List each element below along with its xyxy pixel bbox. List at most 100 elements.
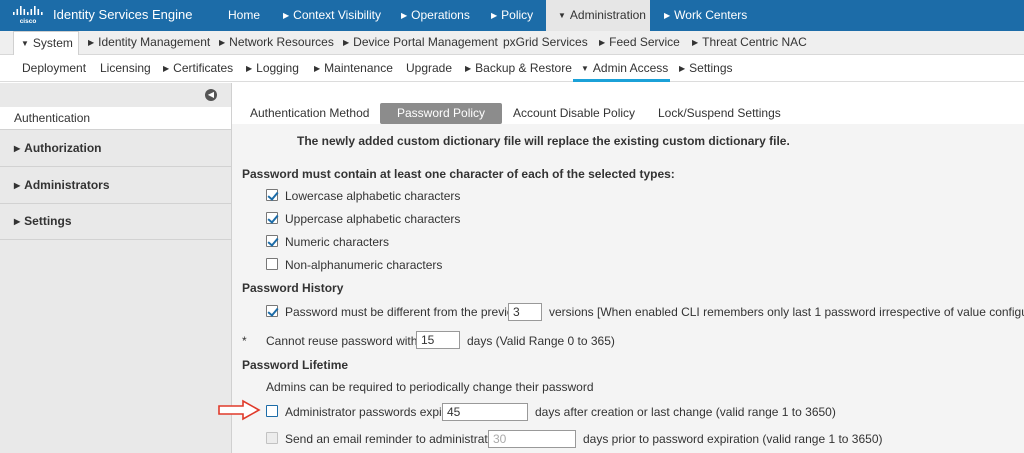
caret-right-icon: ▶ (491, 11, 498, 20)
tab-upgrade[interactable]: Upgrade (406, 55, 452, 82)
history-checkbox[interactable] (266, 305, 278, 317)
dictionary-notice: The newly added custom dictionary file w… (297, 134, 790, 148)
sidebar-item-label: Authorization (24, 141, 102, 155)
nav-operations[interactable]: ▶ Operations (401, 0, 470, 31)
reminder-days-input[interactable] (488, 430, 576, 448)
numeric-checkbox[interactable] (266, 235, 278, 247)
history-versions-input[interactable] (508, 303, 542, 321)
caret-down-icon: ▼ (581, 64, 589, 73)
subnav-label: Feed Service (609, 35, 680, 49)
tab-label: Logging (256, 61, 299, 75)
history-suffix: versions [When enabled CLI remembers onl… (549, 305, 1024, 319)
nav-label: Context Visibility (293, 8, 381, 22)
tab-label: Admin Access (592, 61, 669, 75)
subnav-system[interactable]: ▼ System (13, 31, 79, 56)
required-asterisk: * (242, 334, 247, 348)
tab-label: Account Disable Policy (513, 106, 636, 120)
non-alphanumeric-checkbox[interactable] (266, 258, 278, 270)
char-types-heading: Password must contain at least one chara… (242, 167, 675, 181)
nav-home[interactable]: Home (228, 0, 260, 31)
reminder-checkbox[interactable] (266, 432, 278, 444)
nav-administration[interactable]: ▼ Administration (546, 0, 650, 31)
expire-checkbox[interactable] (266, 405, 278, 417)
caret-down-icon: ▼ (558, 11, 566, 20)
reuse-label: Cannot reuse password within (266, 334, 427, 348)
subnav-label: System (32, 36, 73, 50)
caret-right-icon: ▶ (465, 64, 472, 73)
tab-label: Upgrade (406, 61, 453, 75)
sidebar-item-label: Authentication (14, 111, 91, 125)
tab-label: Maintenance (324, 61, 393, 75)
sidebar-item-authentication[interactable]: Authentication (0, 107, 231, 130)
tab-lock-suspend-settings[interactable]: Lock/Suspend Settings (658, 103, 781, 124)
tab-maintenance[interactable]: ▶ Maintenance (314, 55, 393, 82)
tab-label: Backup & Restore (475, 61, 572, 75)
lowercase-checkbox[interactable] (266, 189, 278, 201)
nav-context-visibility[interactable]: ▶ Context Visibility (283, 0, 381, 31)
sidebar-item-label: Administrators (24, 178, 110, 192)
collapse-sidebar-icon[interactable]: ◀ (205, 89, 217, 101)
tab-licensing[interactable]: Licensing (100, 55, 151, 82)
subnav-label: Network Resources (229, 35, 334, 49)
nav-label: Administration (569, 8, 646, 22)
caret-right-icon: ▶ (679, 64, 686, 73)
tab-settings[interactable]: ▶ Settings (679, 55, 733, 82)
nav-label: Home (228, 8, 261, 22)
tab-logging[interactable]: ▶ Logging (246, 55, 299, 82)
sidebar-item-settings[interactable]: ▶ Settings (0, 203, 231, 240)
tab-label: Deployment (22, 61, 87, 75)
expire-days-input[interactable] (442, 403, 528, 421)
expire-suffix: days after creation or last change (vali… (535, 405, 836, 419)
caret-right-icon: ▶ (219, 38, 226, 47)
nav-work-centers[interactable]: ▶ Work Centers (664, 0, 747, 31)
tab-deployment[interactable]: Deployment (22, 55, 86, 82)
nav-label: Work Centers (674, 8, 748, 22)
admin-subnav: ▼ System ▶ Identity Management ▶ Network Re… (0, 31, 1024, 56)
tab-label: Certificates (173, 61, 234, 75)
tab-label: Settings (689, 61, 733, 75)
subnav-network-resources[interactable]: ▶ Network Resources (219, 31, 334, 55)
uppercase-checkbox[interactable] (266, 212, 278, 224)
tab-account-disable-policy[interactable]: Account Disable Policy (513, 103, 635, 124)
tab-label: Password Policy (397, 106, 486, 120)
subnav-threat-centric-nac[interactable]: ▶ Threat Centric NAC (692, 31, 807, 55)
subnav-label: Threat Centric NAC (702, 35, 807, 49)
caret-right-icon: ▶ (343, 38, 350, 47)
subnav-pxgrid-services[interactable]: pxGrid Services (503, 31, 588, 55)
caret-right-icon: ▶ (599, 38, 606, 47)
logo-text: cisco (20, 18, 37, 25)
cisco-logo: cisco (13, 6, 43, 25)
subnav-label: Identity Management (98, 35, 211, 49)
reminder-suffix: days prior to password expiration (valid… (583, 432, 883, 446)
reuse-days-input[interactable] (416, 331, 460, 349)
caret-right-icon: ▶ (283, 11, 290, 20)
lifetime-description: Admins can be required to periodically c… (266, 380, 594, 394)
uppercase-label: Uppercase alphabetic characters (285, 212, 461, 226)
tab-label: Authentication Method (250, 106, 370, 120)
subnav-feed-service[interactable]: ▶ Feed Service (599, 31, 680, 55)
caret-right-icon: ▶ (401, 11, 408, 20)
tab-backup-restore[interactable]: ▶ Backup & Restore (465, 55, 572, 82)
password-history-heading: Password History (242, 281, 344, 295)
subnav-identity-management[interactable]: ▶ Identity Management (88, 31, 210, 55)
nav-label: Policy (501, 8, 534, 22)
nav-label: Operations (411, 8, 470, 22)
tab-label: Lock/Suspend Settings (658, 106, 781, 120)
nav-policy[interactable]: ▶ Policy (491, 0, 533, 31)
subnav-label: pxGrid Services (503, 35, 588, 49)
sidebar-item-administrators[interactable]: ▶ Administrators (0, 167, 231, 204)
reminder-label: Send an email reminder to administrators (285, 432, 505, 446)
tab-password-policy[interactable]: Password Policy (380, 103, 503, 124)
password-lifetime-heading: Password Lifetime (242, 358, 349, 372)
subnav-device-portal-management[interactable]: ▶ Device Portal Management (343, 31, 498, 55)
tab-certificates[interactable]: ▶ Certificates (163, 55, 233, 82)
lowercase-label: Lowercase alphabetic characters (285, 189, 461, 203)
tab-admin-access[interactable]: ▼ Admin Access (573, 55, 670, 82)
caret-right-icon: ▶ (14, 144, 21, 153)
subnav-label: Device Portal Management (353, 35, 498, 49)
sidebar-item-authorization[interactable]: ▶ Authorization (0, 130, 231, 167)
password-policy-form: The newly added custom dictionary file w… (232, 124, 1024, 453)
caret-right-icon: ▶ (314, 64, 321, 73)
tab-authentication-method[interactable]: Authentication Method (250, 103, 369, 124)
system-tabs: Deployment Licensing ▶ Certificates ▶ Logg… (0, 55, 1024, 82)
